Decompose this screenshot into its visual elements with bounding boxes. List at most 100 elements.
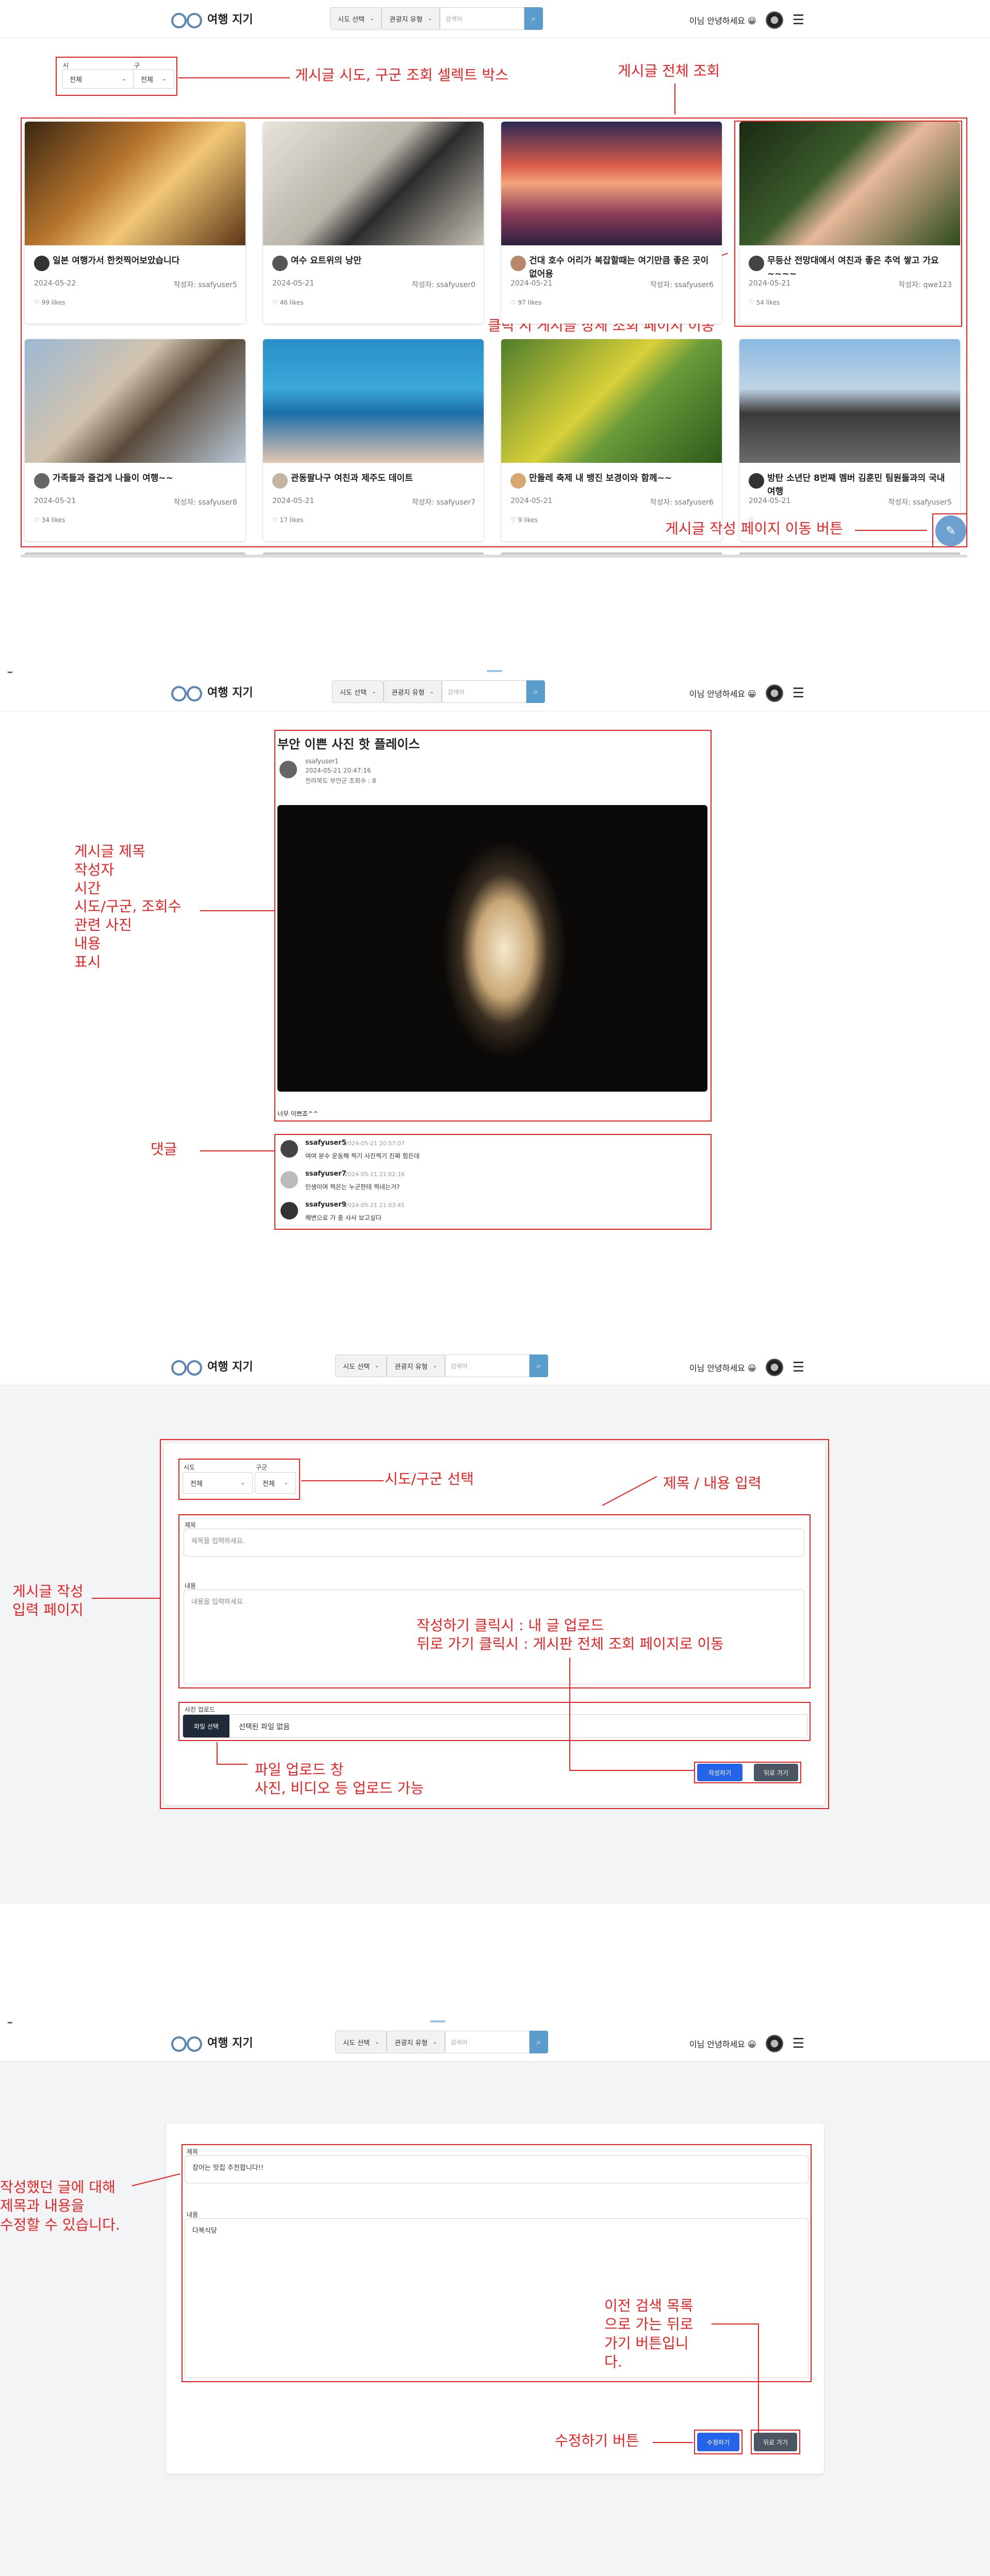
- post-detail: 부안 이쁜 사진 핫 플레이스 ssafyuser1 2024-05-21 20…: [276, 732, 710, 1119]
- write-post-button[interactable]: ✎: [935, 515, 966, 546]
- search-button[interactable]: ⌕: [526, 680, 545, 703]
- title-label: 제목: [185, 1521, 196, 1529]
- chevron-down-icon: ⌄: [371, 689, 376, 695]
- sido-label: 시도: [184, 1464, 195, 1471]
- annotation-arrow: [758, 2323, 759, 2436]
- sido-select[interactable]: 시도 선택 ⌄: [335, 1354, 387, 1377]
- post-title: 부안 이쁜 사진 핫 플레이스: [277, 737, 420, 751]
- annotation-arrow: [712, 2323, 758, 2324]
- pencil-icon: ✎: [945, 524, 956, 538]
- annotation-edit: 작성했던 글에 대해 제목과 내용을 수정할 수 있습니다.: [0, 2179, 120, 2233]
- search-icon: ⌕: [536, 2037, 541, 2047]
- edit-submit-button[interactable]: 수정하기: [697, 2433, 739, 2451]
- gugun-write-select[interactable]: 전체 ⌄: [255, 1472, 296, 1494]
- scroll-indicator: [487, 670, 502, 672]
- gugun-label: 구군: [256, 1464, 268, 1471]
- post-meta: 전라북도 부안군 조회수 : 8: [305, 777, 376, 784]
- search-bar: 시도 선택 ⌄ 관광지 유형 ⌄ 검색어 ⌕: [332, 680, 545, 703]
- post-thumbnail: [25, 339, 245, 463]
- search-button[interactable]: ⌕: [529, 2031, 548, 2053]
- back-button[interactable]: 뒤로 가기: [754, 1764, 798, 1781]
- keyword-input[interactable]: 검색어: [444, 1354, 530, 1377]
- content-label: 내용: [187, 2211, 199, 2218]
- post-author: 작성자: ssafyuser7: [411, 498, 475, 507]
- edit-back-button[interactable]: 뒤로 가기: [754, 2433, 797, 2451]
- sido-select[interactable]: 시도 선택 ⌄: [330, 7, 382, 30]
- nav-user-area: 이님 안녕하세요 😀 ☰: [689, 1359, 804, 1376]
- search-icon: ⌕: [536, 1361, 541, 1370]
- binoculars-icon: [170, 12, 202, 28]
- type-select[interactable]: 관광지 유형 ⌄: [387, 1354, 445, 1377]
- annotation-write-button: 게시글 작성 페이지 이동 버튼: [665, 520, 843, 537]
- title-input[interactable]: 장어는 맛집 추천합니다!!: [185, 2155, 808, 2183]
- post-date: 2024-05-21: [272, 497, 315, 505]
- keyword-input[interactable]: 검색어: [441, 680, 526, 703]
- logo[interactable]: 여행 지기: [170, 10, 253, 28]
- hamburger-icon[interactable]: ☰: [793, 12, 804, 28]
- nav-user-area: 이님 안녕하세요 😀 ☰: [689, 2035, 804, 2052]
- search-icon: ⌕: [533, 687, 538, 696]
- avatar[interactable]: [765, 684, 783, 702]
- submit-button[interactable]: 작성하기: [697, 1764, 742, 1781]
- post-card[interactable]: 가족들과 즐겁게 나들이 여행~~ 2024-05-21 작성자: ssafyuse…: [25, 339, 245, 541]
- avatar[interactable]: [765, 2035, 783, 2052]
- content-input[interactable]: 다복식당: [185, 2218, 808, 2378]
- chevron-down-icon: ⌄: [433, 1363, 437, 1369]
- hamburger-icon[interactable]: ☰: [793, 685, 804, 701]
- post-card[interactable]: 관동팔나구 여친과 제주도 데이트 2024-05-21 작성자: ssafyuse…: [263, 339, 484, 541]
- logo[interactable]: 여행 지기: [170, 683, 253, 701]
- type-select[interactable]: 관광지 유형 ⌄: [384, 680, 442, 703]
- sido-write-select[interactable]: 전체 ⌄: [183, 1472, 253, 1494]
- chevron-down-icon: ⌄: [433, 2039, 437, 2045]
- type-select[interactable]: 관광지 유형 ⌄: [387, 2031, 445, 2053]
- post-likes: ♡ 99 likes: [34, 299, 65, 306]
- post-likes: ♡ 9 likes: [510, 516, 538, 524]
- post-card[interactable]: 일본 여행가서 한컷찍어보았습니다 2024-05-22 작성자: ssafyuse…: [25, 122, 245, 324]
- sido-select[interactable]: 시도 선택 ⌄: [335, 2031, 387, 2053]
- post-card[interactable]: 만돌레 축제 내 뱅진 보경이와 함께~~ 2024-05-21 작성자: ssaf…: [501, 339, 722, 541]
- avatar[interactable]: [765, 1359, 783, 1376]
- file-select-button[interactable]: 파일 선택: [183, 1715, 229, 1737]
- title-label: 제목: [187, 2148, 199, 2155]
- post-author: 작성자: ssafyuser0: [411, 281, 475, 289]
- greeting: 이님 안녕하세요 😀: [689, 16, 756, 26]
- search-button[interactable]: ⌕: [524, 7, 543, 30]
- annotation-arrow: [217, 1742, 218, 1765]
- post-author: 작성자: ssafyuser6: [650, 281, 714, 289]
- avatar[interactable]: [765, 11, 783, 29]
- annotation-title-content: 제목 / 내용 입력: [663, 1475, 762, 1492]
- post-title: 무등산 전망대에서 여친과 좋은 추억 쌓고 가요~~~~: [767, 256, 939, 279]
- type-select[interactable]: 관광지 유형 ⌄: [382, 7, 440, 30]
- post-author: 작성자: ssafyuser8: [173, 498, 237, 507]
- file-input[interactable]: 파일 선택 선택된 파일 없음: [183, 1714, 807, 1738]
- annotation-upload: 파일 업로드 창 사진, 비디오 등 업로드 가능: [255, 1761, 424, 1797]
- comment-item: ssafyuser7 2024-05-21 21:02:16 인생이여 찍은는 …: [276, 1169, 710, 1200]
- chevron-down-icon: ⌄: [427, 15, 432, 22]
- greeting: 이님 안녕하세요 😀: [689, 1363, 756, 1373]
- post-card[interactable]: 방탄 소년단 8번째 멤버 김훈민 팀원들과의 국내 여행 2024-05-21 작…: [739, 339, 960, 541]
- post-card[interactable]: 무등산 전망대에서 여친과 좋은 추억 쌓고 가요~~~~ 2024-05-21 작…: [739, 122, 960, 324]
- sido-select[interactable]: 시도 선택 ⌄: [332, 680, 384, 703]
- annotation-page: 게시글 작성 입력 페이지: [12, 1583, 84, 1619]
- post-title: 만돌레 축제 내 뱅진 보경이와 함께~~: [529, 473, 672, 483]
- hamburger-icon[interactable]: ☰: [793, 2036, 804, 2051]
- post-author: 작성자: qwe123: [898, 281, 952, 289]
- keyword-input[interactable]: 검색어: [444, 2031, 530, 2053]
- binoculars-icon: [170, 1359, 202, 1376]
- heart-icon: ♡: [34, 516, 40, 524]
- keyword-input[interactable]: 검색어: [439, 7, 524, 30]
- logo[interactable]: 여행 지기: [170, 1358, 253, 1376]
- post-author: 작성자: ssafyuser5: [173, 281, 237, 289]
- heart-icon: ♡: [510, 299, 516, 306]
- post-card[interactable]: 건대 호수 어리가 복잡할때는 여기만큼 좋은 곳이 없어용 2024-05-21…: [501, 122, 722, 324]
- logo[interactable]: 여행 지기: [170, 2034, 253, 2052]
- title-input[interactable]: 제목을 입력하세요.: [184, 1529, 804, 1557]
- hamburger-icon[interactable]: ☰: [793, 1360, 804, 1375]
- search-button[interactable]: ⌕: [529, 1354, 548, 1377]
- post-date: 2024-05-21: [510, 279, 553, 288]
- post-card[interactable]: 여수 요트위의 낭만 2024-05-21 작성자: ssafyuser0 ♡ 46 …: [263, 122, 484, 324]
- file-label: 사진 업로드: [185, 1706, 216, 1713]
- annotation-back: 이전 검색 목록 으로 가는 뒤로 가기 버튼입니 다.: [604, 2297, 694, 2371]
- nav-user-area: 이님 안녕하세요 😀 ☰: [689, 684, 804, 702]
- post-content: 너무 이쁘죠^^: [277, 1110, 319, 1117]
